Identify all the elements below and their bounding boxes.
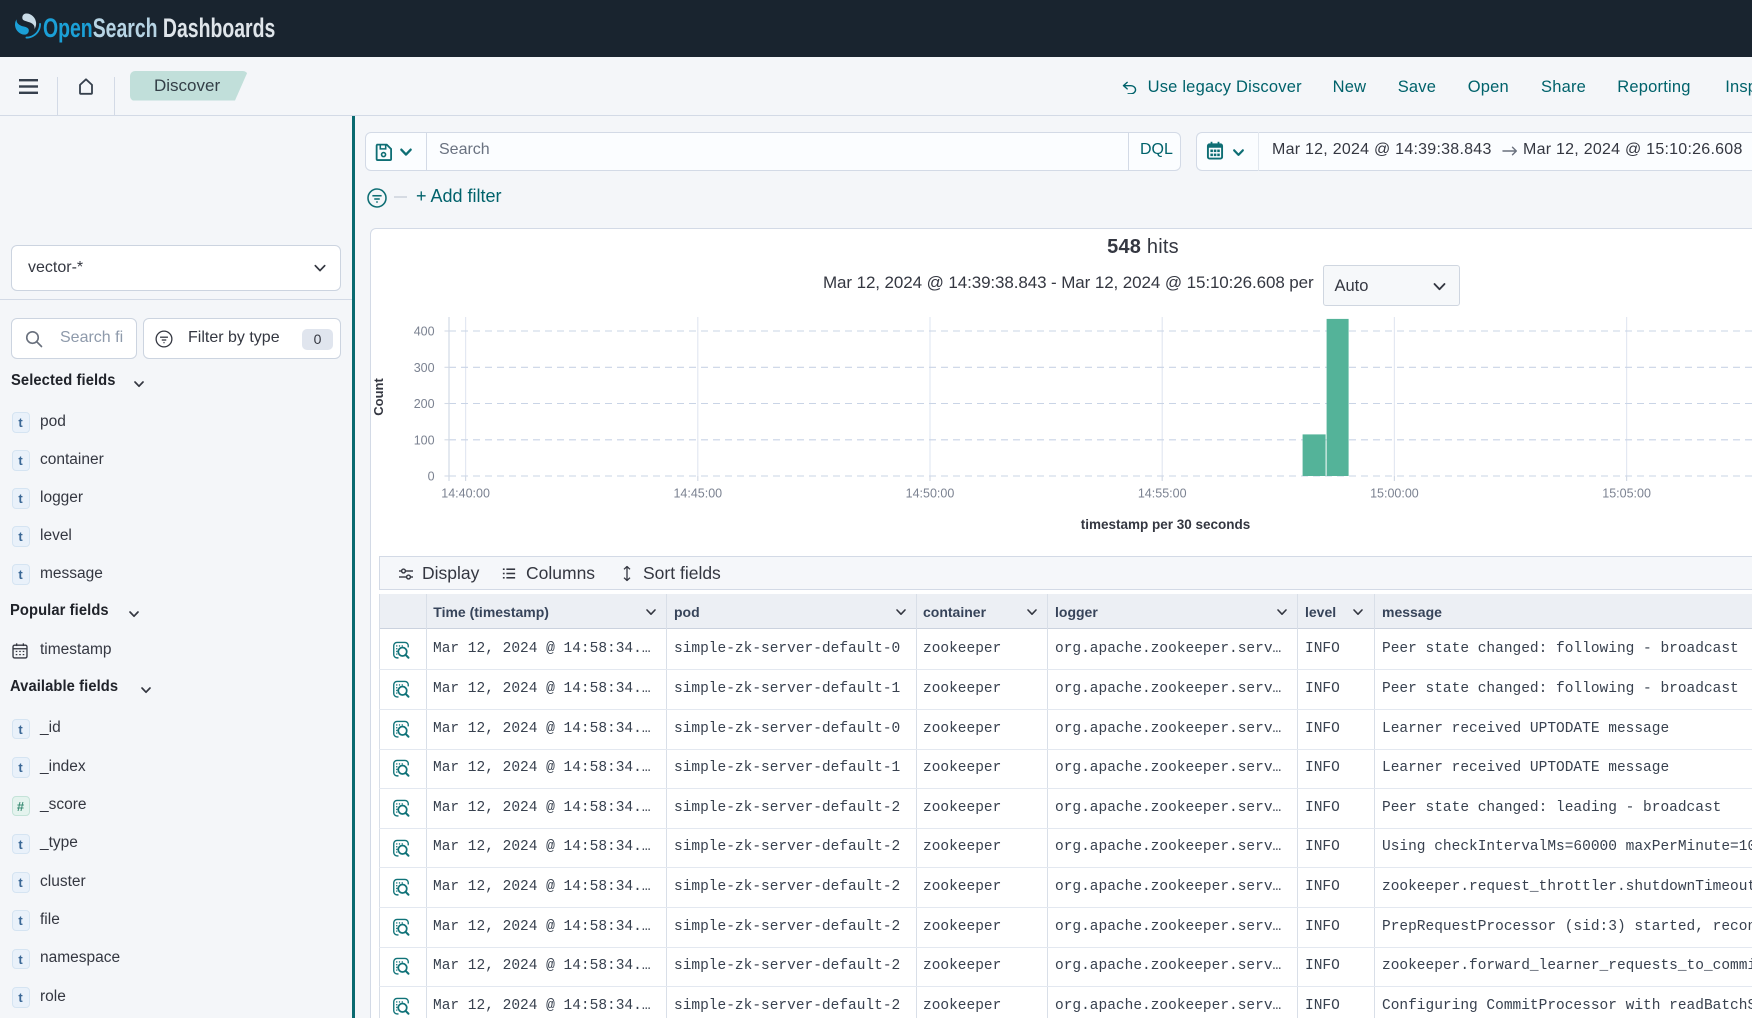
svg-text:timestamp per 30 seconds: timestamp per 30 seconds — [1081, 517, 1251, 532]
svg-text:300: 300 — [414, 361, 435, 375]
svg-text:14:40:00: 14:40:00 — [441, 487, 490, 501]
svg-text:400: 400 — [414, 325, 435, 339]
svg-text:15:00:00: 15:00:00 — [1370, 487, 1419, 501]
svg-text:14:50:00: 14:50:00 — [906, 487, 955, 501]
svg-text:0: 0 — [428, 470, 435, 484]
svg-text:14:55:00: 14:55:00 — [1138, 487, 1187, 501]
svg-text:100: 100 — [414, 433, 435, 447]
svg-text:200: 200 — [414, 397, 435, 411]
svg-text:Count: Count — [371, 378, 386, 416]
svg-text:15:05:00: 15:05:00 — [1602, 487, 1651, 501]
svg-text:14:45:00: 14:45:00 — [673, 487, 722, 501]
